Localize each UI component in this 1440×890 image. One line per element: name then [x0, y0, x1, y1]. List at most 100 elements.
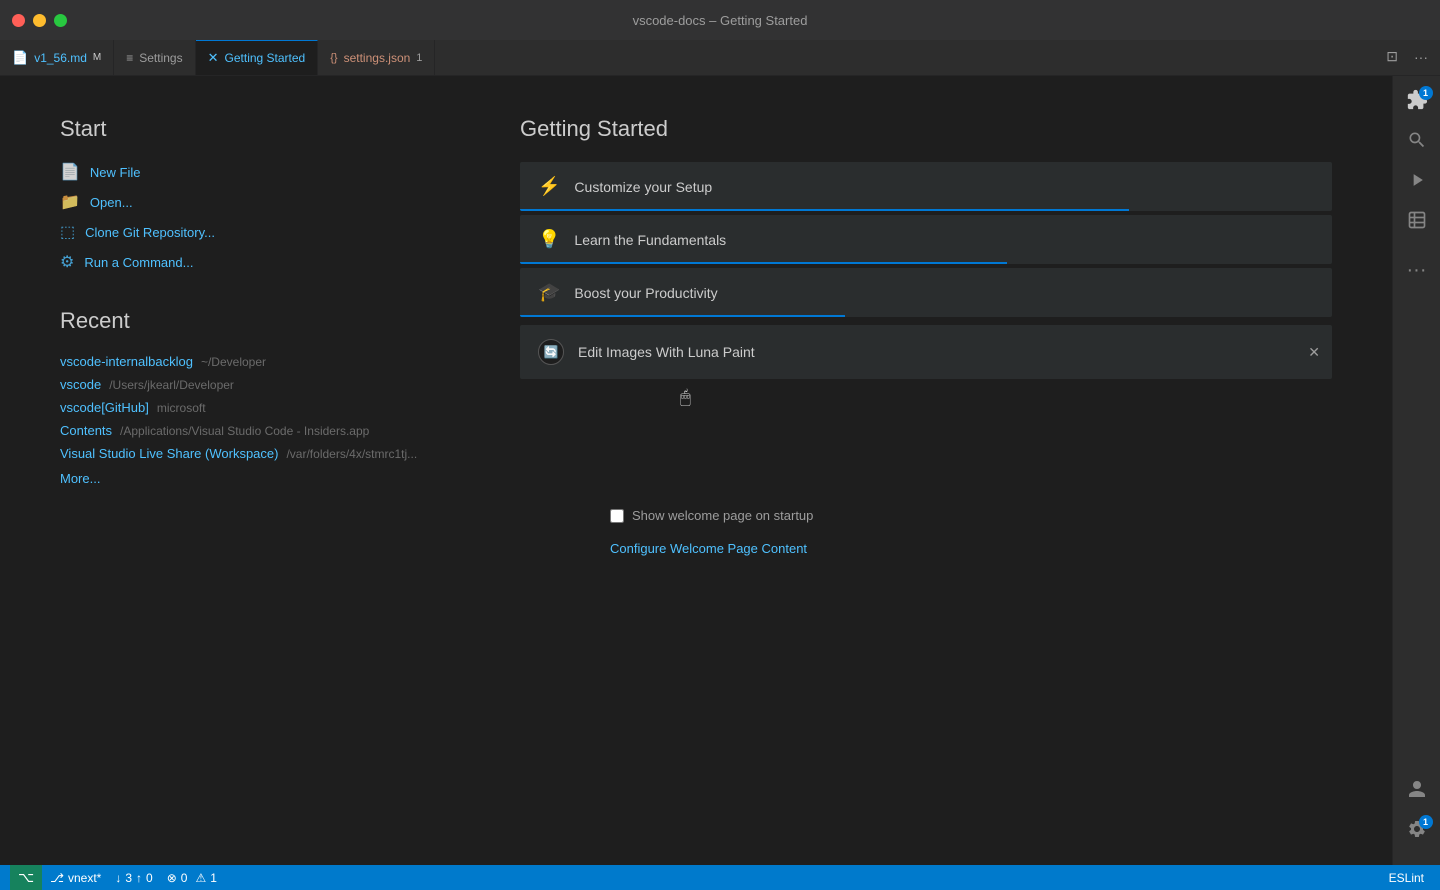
close-button[interactable] — [12, 14, 25, 27]
recent-item[interactable]: vscode-internalbacklog ~/Developer — [60, 354, 440, 369]
activity-bar-settings[interactable]: 1 — [1399, 813, 1435, 849]
recent-item[interactable]: vscode[GitHub] microsoft — [60, 400, 440, 415]
run-command-link[interactable]: ⚙ Run a Command... — [60, 252, 440, 272]
title-bar: vscode-docs – Getting Started — [0, 0, 1440, 40]
recent-item[interactable]: vscode /Users/jkearl/Developer — [60, 377, 440, 392]
new-file-link[interactable]: 📄 New File — [60, 162, 440, 182]
activity-bar-more[interactable]: ··· — [1399, 252, 1435, 288]
clone-icon: ⬚ — [60, 222, 75, 242]
minimize-button[interactable] — [33, 14, 46, 27]
tab-getting-started[interactable]: ✕ Getting Started — [196, 40, 319, 75]
eslint-button[interactable]: ESLint — [1383, 865, 1430, 890]
open-link[interactable]: 📁 Open... — [60, 192, 440, 212]
configure-link[interactable]: Configure Welcome Page Content — [610, 541, 807, 556]
graduation-icon: 🎓 — [538, 282, 560, 303]
cursor-indicator: 🖱 — [680, 387, 691, 408]
branch-name: vnext* — [68, 871, 101, 885]
new-file-icon: 📄 — [60, 162, 80, 182]
tab-label: Getting Started — [225, 51, 306, 65]
ext-icon-symbol: 🔄 — [544, 345, 559, 359]
file-icon: 📄 — [12, 50, 28, 66]
start-section-title: Start — [60, 116, 440, 142]
maximize-button[interactable] — [54, 14, 67, 27]
branch-button[interactable]: ⎇ vnext* — [44, 865, 107, 890]
recent-item-name: vscode[GitHub] — [60, 400, 149, 415]
activity-bar-debug[interactable] — [1399, 204, 1435, 240]
recent-item-name: Visual Studio Live Share (Workspace) — [60, 446, 278, 461]
window-title: vscode-docs – Getting Started — [633, 13, 808, 28]
lightbulb-icon: 💡 — [538, 229, 560, 250]
sync-up-icon: ↑ — [136, 871, 142, 885]
startup-checkbox[interactable] — [610, 509, 624, 523]
activity-bar-extensions[interactable]: 1 — [1399, 84, 1435, 120]
activity-bar-account[interactable] — [1399, 773, 1435, 809]
clone-git-link[interactable]: ⬚ Clone Git Repository... — [60, 222, 440, 242]
startup-checkbox-row: Show welcome page on startup — [610, 508, 813, 523]
activity-bar-search[interactable] — [1399, 124, 1435, 160]
error-count: 0 — [181, 871, 188, 885]
open-icon: 📁 — [60, 192, 80, 212]
recent-items: vscode-internalbacklog ~/Developer vscod… — [60, 354, 440, 461]
tab-dirty-indicator: M — [93, 52, 101, 63]
activity-bar-run[interactable] — [1399, 164, 1435, 200]
clone-label: Clone Git Repository... — [85, 225, 215, 240]
window-controls — [12, 14, 67, 27]
open-label: Open... — [90, 195, 133, 210]
recent-item[interactable]: Contents /Applications/Visual Studio Cod… — [60, 423, 440, 438]
lightning-icon: ⚡ — [538, 176, 560, 197]
content-area: Start 📄 New File 📁 Open... ⬚ Clone Git R… — [0, 76, 1392, 865]
tab-badge: 1 — [416, 52, 422, 64]
walkthrough-item-luna-paint[interactable]: 🔄 Edit Images With Luna Paint ✕ — [520, 325, 1332, 379]
tab-label: Settings — [139, 51, 182, 65]
close-extension-button[interactable]: ✕ — [1308, 344, 1320, 361]
more-actions-button[interactable]: ··· — [1410, 47, 1432, 67]
new-file-label: New File — [90, 165, 141, 180]
welcome-content: Start 📄 New File 📁 Open... ⬚ Clone Git R… — [0, 76, 1392, 865]
eslint-label: ESLint — [1389, 871, 1424, 885]
progress-bar-fundamentals — [520, 262, 1007, 264]
recent-item-name: vscode — [60, 377, 101, 392]
recent-item-path: /var/folders/4x/stmrc1tj... — [286, 447, 417, 461]
tab-v1-56[interactable]: 📄 v1_56.md M — [0, 40, 114, 75]
walkthrough-item-productivity[interactable]: 🎓 Boost your Productivity — [520, 268, 1332, 317]
getting-started-title: Getting Started — [520, 116, 1332, 142]
recent-item[interactable]: Visual Studio Live Share (Workspace) /va… — [60, 446, 440, 461]
run-command-icon: ⚙ — [60, 252, 74, 272]
walkthrough-label: Customize your Setup — [574, 179, 712, 195]
tab-settings-json[interactable]: {} settings.json 1 — [318, 40, 435, 75]
recent-item-path: /Applications/Visual Studio Code - Insid… — [120, 424, 369, 438]
progress-bar-customize — [520, 209, 1129, 211]
walkthrough-item-customize[interactable]: ⚡ Customize your Setup — [520, 162, 1332, 211]
recent-item-name: Contents — [60, 423, 112, 438]
recent-section: Recent vscode-internalbacklog ~/Develope… — [60, 308, 440, 486]
split-editor-button[interactable]: ⊡ — [1382, 46, 1402, 67]
errors-button[interactable]: ⊗ 0 ⚠ 1 — [161, 865, 223, 890]
warning-icon: ⚠ — [195, 871, 206, 885]
tab-label: v1_56.md — [34, 51, 87, 65]
progress-bar-productivity — [520, 315, 845, 317]
activity-bar: 1 — [1392, 76, 1440, 865]
walkthrough-item-fundamentals[interactable]: 💡 Learn the Fundamentals — [520, 215, 1332, 264]
recent-item-path: ~/Developer — [201, 355, 266, 369]
sync-down-count: 3 — [125, 871, 132, 885]
recent-section-title: Recent — [60, 308, 440, 334]
more-icon: ··· — [1407, 259, 1427, 282]
right-column: Getting Started ⚡ Customize your Setup 💡… — [520, 116, 1332, 825]
sync-button[interactable]: ↓ 3 ↑ 0 — [109, 865, 158, 890]
luna-paint-icon: 🔄 — [538, 339, 564, 365]
more-link[interactable]: More... — [60, 471, 440, 486]
tab-bar: 📄 v1_56.md M ≡ Settings ✕ Getting Starte… — [0, 40, 1440, 76]
warning-count: 1 — [210, 871, 217, 885]
tab-actions: ⊡ ··· — [1382, 46, 1432, 67]
debug-icon — [1407, 210, 1427, 235]
activity-bar-top: 1 — [1399, 84, 1435, 773]
status-left: ⌥ ⎇ vnext* ↓ 3 ↑ 0 ⊗ 0 ⚠ 1 — [10, 865, 223, 890]
json-icon: {} — [330, 52, 337, 64]
start-links: 📄 New File 📁 Open... ⬚ Clone Git Reposit… — [60, 162, 440, 272]
left-column: Start 📄 New File 📁 Open... ⬚ Clone Git R… — [60, 116, 440, 825]
tab-label: settings.json — [344, 51, 411, 65]
status-right: ESLint — [1383, 865, 1430, 890]
footer-section: Show welcome page on startup Configure W… — [520, 488, 1332, 576]
tab-settings[interactable]: ≡ Settings — [114, 40, 195, 75]
remote-indicator[interactable]: ⌥ — [10, 865, 42, 890]
